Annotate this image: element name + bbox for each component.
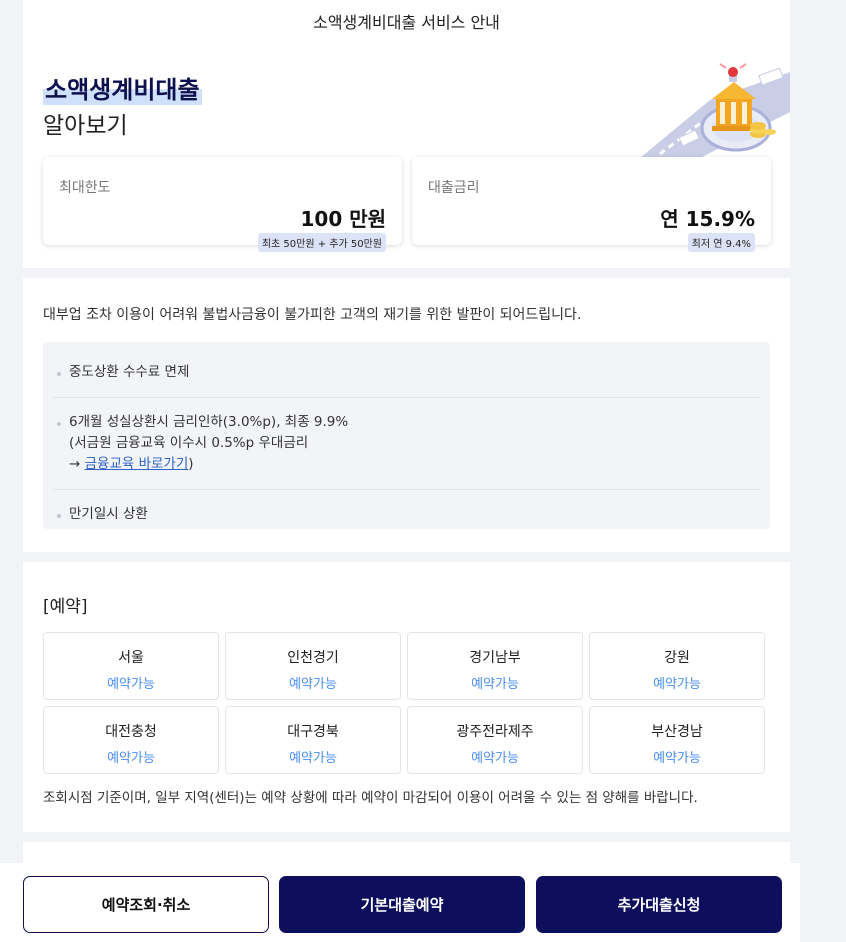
- region-status: 예약가능: [471, 751, 519, 766]
- reserve-title: [예약]: [43, 597, 88, 617]
- interest-rate-label: 대출금리: [428, 180, 480, 196]
- info-item: 6개월 성실상환시 금리인하(3.0%p), 최종 9.9% (서금원 금융교육…: [53, 398, 760, 490]
- info-box: 중도상환 수수료 면제 6개월 성실상환시 금리인하(3.0%p), 최종 9.…: [43, 342, 770, 529]
- max-limit-label: 최대한도: [59, 180, 111, 196]
- interest-rate-note: 최저 연 9.4%: [687, 233, 755, 252]
- region-gangwon[interactable]: 강원예약가능: [589, 632, 765, 700]
- coin-stack-icon: [750, 122, 776, 138]
- region-status: 예약가능: [289, 751, 337, 766]
- info-section: 대부업 조차 이용이 어려워 불법사금융이 불가피한 고객의 재기를 위한 발판…: [23, 278, 790, 552]
- max-limit-value: 100 만원: [300, 207, 386, 231]
- bottom-action-bar: 예약조회·취소 기본대출예약 추가대출신청: [0, 863, 800, 942]
- region-name: 강원: [664, 650, 690, 666]
- reservation-lookup-cancel-button[interactable]: 예약조회·취소: [23, 876, 269, 933]
- max-limit-card: 최대한도 100 만원 최초 50만원 + 추가 50만원: [43, 157, 402, 252]
- region-status: 예약가능: [471, 677, 519, 692]
- close-paren: ): [188, 456, 194, 472]
- region-grid: 서울 예약가능 인천경기 예약가능 경기남부 예약가능 강원 예약가능 대전충청 예약가능…: [43, 632, 770, 774]
- region-seoul[interactable]: 서울예약가능: [43, 632, 219, 700]
- region-busan-gyeongnam[interactable]: 부산경남예약가능: [589, 706, 765, 774]
- region-name: 대전충청: [105, 724, 157, 740]
- region-status: 예약가능: [289, 677, 337, 692]
- max-limit-note: 최초 50만원 + 추가 50만원: [257, 233, 386, 252]
- info-item-link-line: → 금융교육 바로가기): [69, 454, 760, 475]
- region-name: 부산경남: [651, 724, 703, 740]
- region-name: 서울: [118, 650, 144, 666]
- bullet-dot: [57, 422, 61, 426]
- page: 소액생계비대출 서비스 안내 소액생계비대출 알아보기 최대한도 100 만원 …: [23, 0, 790, 902]
- region-status: 예약가능: [107, 677, 155, 692]
- info-item: 만기일시 상환: [53, 490, 760, 539]
- page-header: 소액생계비대출 서비스 안내: [23, 0, 790, 42]
- region-name: 광주전라제주: [456, 724, 534, 740]
- info-item-text: 6개월 성실상환시 금리인하(3.0%p), 최종 9.9%: [69, 414, 349, 430]
- region-name: 경기남부: [469, 650, 521, 666]
- financial-education-link[interactable]: 금융교육 바로가기: [85, 456, 189, 472]
- region-name: 대구경북: [287, 724, 339, 740]
- region-daegu-gyeongbuk[interactable]: 대구경북예약가능: [225, 706, 401, 774]
- region-status: 예약가능: [653, 751, 701, 766]
- hero-section: 소액생계비대출 알아보기 최대한도 100 만원 최초 50만원 + 추가 50…: [23, 42, 790, 268]
- region-daejeon-chungcheong[interactable]: 대전충청예약가능: [43, 706, 219, 774]
- region-status: 예약가능: [107, 751, 155, 766]
- info-item: 중도상환 수수료 면제: [53, 348, 760, 398]
- bullet-dot: [57, 514, 61, 518]
- info-item-text: 중도상환 수수료 면제: [69, 364, 190, 380]
- region-gwangju-jeolla-jeju[interactable]: 광주전라제주예약가능: [407, 706, 583, 774]
- interest-rate-card: 대출금리 연 15.9% 최저 연 9.4%: [412, 157, 771, 252]
- info-item-text: 만기일시 상환: [69, 506, 148, 522]
- region-incheon-gyeonggi[interactable]: 인천경기예약가능: [225, 632, 401, 700]
- siren-icon: [728, 67, 738, 77]
- page-title: 소액생계비대출 서비스 안내: [313, 13, 500, 32]
- arrow-text: →: [69, 456, 85, 472]
- additional-loan-application-button[interactable]: 추가대출신청: [536, 876, 782, 933]
- info-item-subtext: (서금원 금융교육 이수시 0.5%p 우대금리: [69, 435, 309, 451]
- bank-building-illustration: [640, 63, 790, 158]
- interest-rate-value: 연 15.9%: [660, 207, 755, 231]
- hero-subtitle: 알아보기: [43, 113, 128, 139]
- reserve-note: 조회시점 기준이며, 일부 지역(센터)는 예약 상황에 따라 예약이 마감되어…: [43, 790, 698, 806]
- region-name: 인천경기: [287, 650, 339, 666]
- info-intro: 대부업 조차 이용이 어려워 불법사금융이 불가피한 고객의 재기를 위한 발판…: [43, 307, 582, 323]
- region-gyeonggi-south[interactable]: 경기남부예약가능: [407, 632, 583, 700]
- bullet-dot: [57, 372, 61, 376]
- reserve-section: [예약] 서울예약가능 인천경기예약가능 경기남부예약가능 강원예약가능 대전충…: [23, 562, 790, 832]
- region-status: 예약가능: [653, 677, 701, 692]
- basic-loan-reservation-button[interactable]: 기본대출예약: [279, 876, 525, 933]
- hero-title: 소액생계비대출: [43, 70, 202, 105]
